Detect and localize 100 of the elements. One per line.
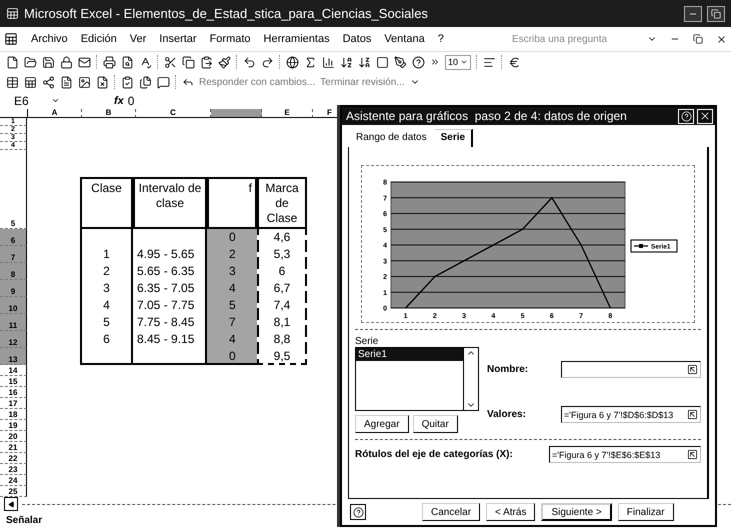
align-icon[interactable] — [483, 56, 496, 68]
open-folder-icon[interactable] — [24, 56, 37, 68]
cut-icon[interactable] — [164, 56, 177, 68]
column-header[interactable]: E — [262, 109, 313, 118]
sheet-icon[interactable] — [24, 76, 37, 88]
row-header[interactable]: 18 — [0, 409, 27, 420]
menu-item[interactable]: Ver — [130, 33, 146, 45]
series-list-item[interactable]: Serie1 — [356, 348, 463, 361]
delete-file-icon[interactable] — [96, 76, 109, 88]
menu-item[interactable]: Insertar — [159, 33, 197, 45]
series-action-button[interactable]: Agregar — [355, 415, 409, 433]
undo-icon[interactable] — [243, 56, 256, 68]
caret-icon[interactable] — [50, 96, 60, 105]
column-header[interactable]: C — [136, 109, 211, 118]
row-header[interactable]: 15 — [0, 376, 27, 387]
row-header[interactable]: 12 — [0, 331, 27, 348]
document-icon[interactable] — [60, 76, 73, 88]
close-icon[interactable] — [716, 34, 727, 44]
more-icon[interactable] — [430, 57, 440, 67]
menu-item[interactable]: Formato — [210, 33, 251, 45]
row-header[interactable]: 11 — [0, 314, 27, 331]
menu-item[interactable]: Herramientas — [264, 33, 330, 45]
hyperlink-icon[interactable] — [286, 56, 299, 68]
sort-descending-icon[interactable] — [358, 56, 371, 68]
dialog-button[interactable]: Cancelar — [422, 503, 480, 521]
series-action-button[interactable]: Quitar — [412, 415, 458, 433]
row-header[interactable]: 22 — [0, 453, 27, 464]
dialog-button[interactable]: Finalizar — [618, 503, 674, 521]
redo-icon[interactable] — [261, 56, 274, 68]
euro-icon[interactable] — [508, 56, 522, 68]
print-preview-icon[interactable] — [121, 56, 134, 68]
menu-item[interactable]: Edición — [80, 33, 117, 45]
name-box[interactable]: E6 — [14, 94, 29, 108]
range-field[interactable]: ='Figura 6 y 7'!$D$6:$D$13 — [561, 406, 701, 423]
collapse-icon[interactable] — [687, 364, 698, 375]
dialog-button[interactable]: Siguiente > — [541, 503, 612, 521]
menu-item[interactable]: ? — [438, 33, 444, 45]
copy-icon[interactable] — [182, 56, 195, 68]
reply-with-changes-link[interactable]: Responder con cambios... — [199, 76, 316, 88]
row-header[interactable]: 25 — [0, 486, 27, 497]
dialog-button[interactable]: < Atrás — [486, 503, 536, 521]
row-header[interactable]: 17 — [0, 398, 27, 409]
lock-icon[interactable] — [60, 56, 73, 68]
collapse-icon[interactable] — [687, 409, 698, 420]
paintbrush-icon[interactable] — [218, 56, 231, 68]
row-header[interactable]: 10 — [0, 297, 27, 314]
clipboard-icon[interactable] — [121, 76, 134, 88]
help-search-field[interactable]: Escriba una pregunta — [510, 32, 634, 46]
sheet-nav-button[interactable] — [4, 497, 18, 511]
comment-icon[interactable] — [157, 76, 170, 88]
row-header[interactable]: 20 — [0, 431, 27, 442]
mail-icon[interactable] — [78, 56, 91, 68]
share-icon[interactable] — [42, 76, 55, 88]
row-header[interactable]: 24 — [0, 475, 27, 486]
column-header[interactable] — [211, 109, 262, 118]
collapse-icon[interactable] — [687, 449, 698, 460]
files-icon[interactable] — [139, 76, 152, 88]
restore-button[interactable] — [707, 6, 725, 22]
row-header[interactable]: 7 — [0, 246, 27, 263]
series-list[interactable]: Serie1 — [355, 347, 479, 411]
workbook-icon[interactable] — [4, 32, 18, 46]
reply-icon[interactable] — [182, 76, 194, 88]
sum-icon[interactable] — [304, 56, 317, 68]
minimize-button[interactable] — [684, 6, 702, 22]
pen-icon[interactable] — [394, 56, 407, 68]
row-header[interactable]: 6 — [0, 229, 27, 246]
table-icon[interactable] — [6, 76, 19, 88]
print-icon[interactable] — [103, 56, 116, 68]
left-triangle-icon[interactable] — [8, 500, 14, 508]
menu-item[interactable]: Datos — [342, 33, 372, 45]
end-review-link[interactable]: Terminar revisión... — [320, 76, 405, 88]
spelling-icon[interactable] — [139, 56, 152, 68]
column-header[interactable]: B — [82, 109, 136, 118]
range-field[interactable]: ='Figura 6 y 7'!$E$6:$E$13 — [549, 446, 701, 463]
range-field[interactable] — [561, 361, 701, 378]
row-header[interactable]: 14 — [0, 365, 27, 376]
row-header[interactable]: 19 — [0, 420, 27, 431]
row-header[interactable]: 21 — [0, 442, 27, 453]
row-header[interactable]: 8 — [0, 263, 27, 280]
paste-icon[interactable] — [200, 56, 213, 68]
restore-icon[interactable] — [693, 34, 703, 44]
menu-item[interactable]: Ventana — [384, 33, 425, 45]
column-header[interactable]: A — [28, 109, 82, 118]
square-icon[interactable] — [376, 56, 389, 68]
menu-item[interactable]: Archivo — [31, 33, 68, 45]
row-header[interactable]: 5 — [0, 150, 27, 229]
row-header[interactable]: 9 — [0, 280, 27, 297]
help-icon[interactable] — [412, 56, 425, 68]
restore-icon[interactable] — [711, 8, 721, 18]
save-icon[interactable] — [42, 56, 55, 68]
new-file-icon[interactable] — [6, 56, 19, 68]
sort-ascending-icon[interactable] — [340, 56, 353, 68]
image-icon[interactable] — [78, 76, 91, 88]
row-header[interactable]: 16 — [0, 387, 27, 398]
tab[interactable]: Serie — [434, 129, 474, 147]
row-header[interactable]: 23 — [0, 464, 27, 475]
chart-icon[interactable] — [322, 56, 335, 68]
font-size-select[interactable]: 10 — [445, 54, 472, 70]
formula-value[interactable]: 0 — [128, 94, 134, 108]
row-header[interactable]: 13 — [0, 348, 27, 365]
